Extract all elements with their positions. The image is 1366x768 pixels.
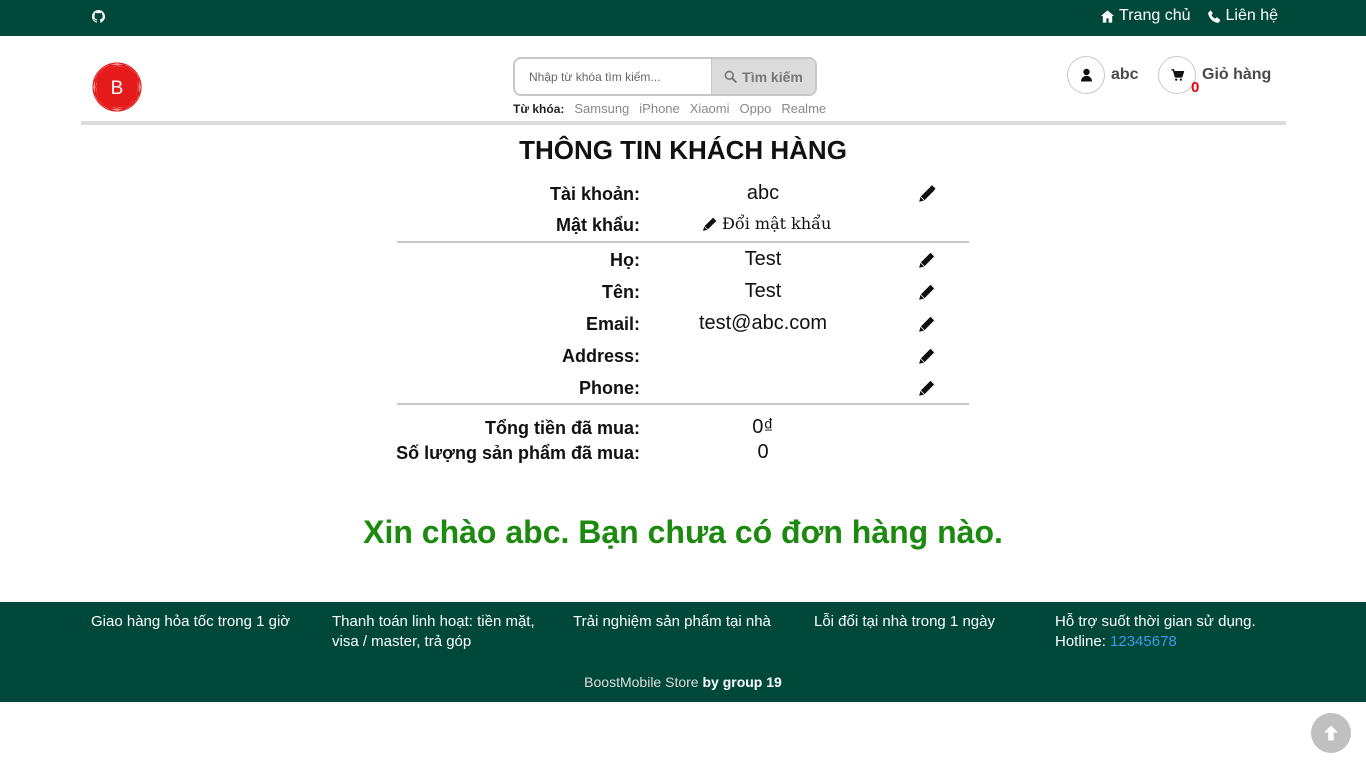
pencil-icon xyxy=(919,252,935,268)
edit-phone-button[interactable] xyxy=(918,379,936,397)
change-password-label: Đổi mật khẩu xyxy=(722,214,832,233)
edit-account-button[interactable] xyxy=(918,185,936,203)
home-link-label: Trang chủ xyxy=(1119,7,1191,24)
user-icon-circle xyxy=(1067,56,1105,94)
section-divider xyxy=(397,403,969,405)
pencil-icon xyxy=(919,316,935,332)
pencil-icon xyxy=(919,185,936,202)
pencil-icon xyxy=(919,380,935,396)
account-row: Tài khoản: abc xyxy=(397,179,969,207)
account-label: Tài khoản: xyxy=(549,184,640,204)
first-name-row: Tên: Test xyxy=(397,277,969,305)
footer-support: Hỗ trợ suốt thời gian sử dụng. Hotline: … xyxy=(1055,612,1295,652)
contact-link-label: Liên hệ xyxy=(1225,7,1279,24)
change-password-link[interactable]: Đổi mật khẩu xyxy=(702,214,831,233)
pencil-icon xyxy=(919,284,935,300)
search-button-label: Tìm kiếm xyxy=(742,68,803,85)
last-name-row: Họ: Test xyxy=(397,245,969,273)
page-title: THÔNG TIN KHÁCH HÀNG xyxy=(519,135,847,165)
total-spent-label: Tổng tiền đã mua: xyxy=(485,418,640,438)
footer-feature: Giao hàng hỏa tốc trong 1 giờ xyxy=(91,613,291,630)
keyword-link[interactable]: Samsung xyxy=(574,101,629,116)
footer: Giao hàng hỏa tốc trong 1 giờ Thanh toán… xyxy=(0,602,1366,702)
hotline-number[interactable]: 12345678 xyxy=(1110,633,1177,650)
edit-email-button[interactable] xyxy=(918,315,936,333)
email-row: Email: test@abc.com xyxy=(397,309,969,337)
search-button[interactable]: Tìm kiếm xyxy=(711,59,815,94)
first-name-value: Test xyxy=(744,280,782,302)
home-icon xyxy=(1100,9,1115,23)
footer-feature: Lỗi đổi tại nhà trong 1 ngày xyxy=(814,613,995,630)
items-bought-label: Số lượng sản phẩm đã mua: xyxy=(396,443,640,463)
store-logo[interactable]: B xyxy=(90,61,144,113)
user-icon xyxy=(1080,68,1092,82)
address-row: Address: xyxy=(397,341,969,369)
edit-first-name-button[interactable] xyxy=(918,283,936,301)
cart-count-badge: 0 xyxy=(1191,79,1200,96)
cart-button[interactable]: 0 Giỏ hàng xyxy=(1158,56,1271,96)
footer-feature: Trải nghiệm sản phẩm tại nhà xyxy=(573,613,771,630)
total-spent-row: Tổng tiền đã mua: 0₫ xyxy=(397,413,969,441)
home-link[interactable]: Trang chủ xyxy=(1100,7,1191,25)
search-box: Tìm kiếm xyxy=(513,57,817,96)
email-value: test@abc.com xyxy=(698,312,828,334)
account-value: abc xyxy=(746,182,780,204)
hotline: Hotline: 12345678 xyxy=(1055,632,1295,652)
logo-letter: B xyxy=(111,78,124,99)
phone-label: Phone: xyxy=(579,378,640,398)
password-row: Mật khẩu: Đổi mật khẩu xyxy=(397,210,969,238)
footer-credits: BoostMobile Store by group 19 xyxy=(0,674,1366,690)
password-label: Mật khẩu: xyxy=(555,215,640,235)
header-divider xyxy=(81,121,1286,125)
keywords-label: Từ khóa: xyxy=(513,102,565,116)
no-orders-message: Xin chào abc. Bạn chưa có đơn hàng nào. xyxy=(363,514,1003,550)
support-text: Hỗ trợ suốt thời gian sử dụng. xyxy=(1055,613,1256,630)
hotline-label: Hotline: xyxy=(1055,633,1106,650)
pencil-icon xyxy=(703,217,717,231)
cart-label: Giỏ hàng xyxy=(1202,66,1272,83)
search-input[interactable] xyxy=(515,59,711,94)
footer-by: by group 19 xyxy=(702,674,782,690)
phone-icon xyxy=(1207,9,1220,23)
last-name-value: Test xyxy=(744,248,782,270)
items-bought-value: 0 xyxy=(757,441,769,463)
keyword-link[interactable]: Oppo xyxy=(740,101,772,116)
phone-row: Phone: xyxy=(397,373,969,401)
last-name-label: Họ: xyxy=(610,250,640,270)
total-spent-value: 0₫ xyxy=(752,416,774,438)
footer-feature: Thanh toán linh hoạt: tiền mặt, visa / m… xyxy=(332,613,535,650)
contact-link[interactable]: Liên hệ xyxy=(1207,7,1279,25)
account-button[interactable]: abc xyxy=(1067,56,1139,94)
keyword-link[interactable]: Xiaomi xyxy=(690,101,730,116)
account-name: abc xyxy=(1111,66,1139,83)
edit-last-name-button[interactable] xyxy=(918,251,936,269)
address-label: Address: xyxy=(561,346,640,366)
items-bought-row: Số lượng sản phẩm đã mua: 0 xyxy=(396,438,969,466)
search-icon xyxy=(724,70,737,83)
pencil-icon xyxy=(919,348,935,364)
top-bar: Trang chủ Liên hệ xyxy=(0,0,1366,36)
edit-address-button[interactable] xyxy=(918,347,936,365)
cart-icon xyxy=(1170,69,1184,81)
email-label: Email: xyxy=(585,314,640,334)
keyword-link[interactable]: iPhone xyxy=(639,101,679,116)
github-icon[interactable] xyxy=(92,10,105,23)
arrow-up-icon xyxy=(1324,725,1338,741)
footer-brand: BoostMobile Store xyxy=(584,674,699,690)
keyword-suggestions: Từ khóa: Samsung iPhone Xiaomi Oppo Real… xyxy=(513,101,826,116)
keyword-link[interactable]: Realme xyxy=(781,101,826,116)
section-divider xyxy=(397,241,969,243)
scroll-to-top-button[interactable] xyxy=(1311,713,1351,753)
first-name-label: Tên: xyxy=(602,282,640,302)
